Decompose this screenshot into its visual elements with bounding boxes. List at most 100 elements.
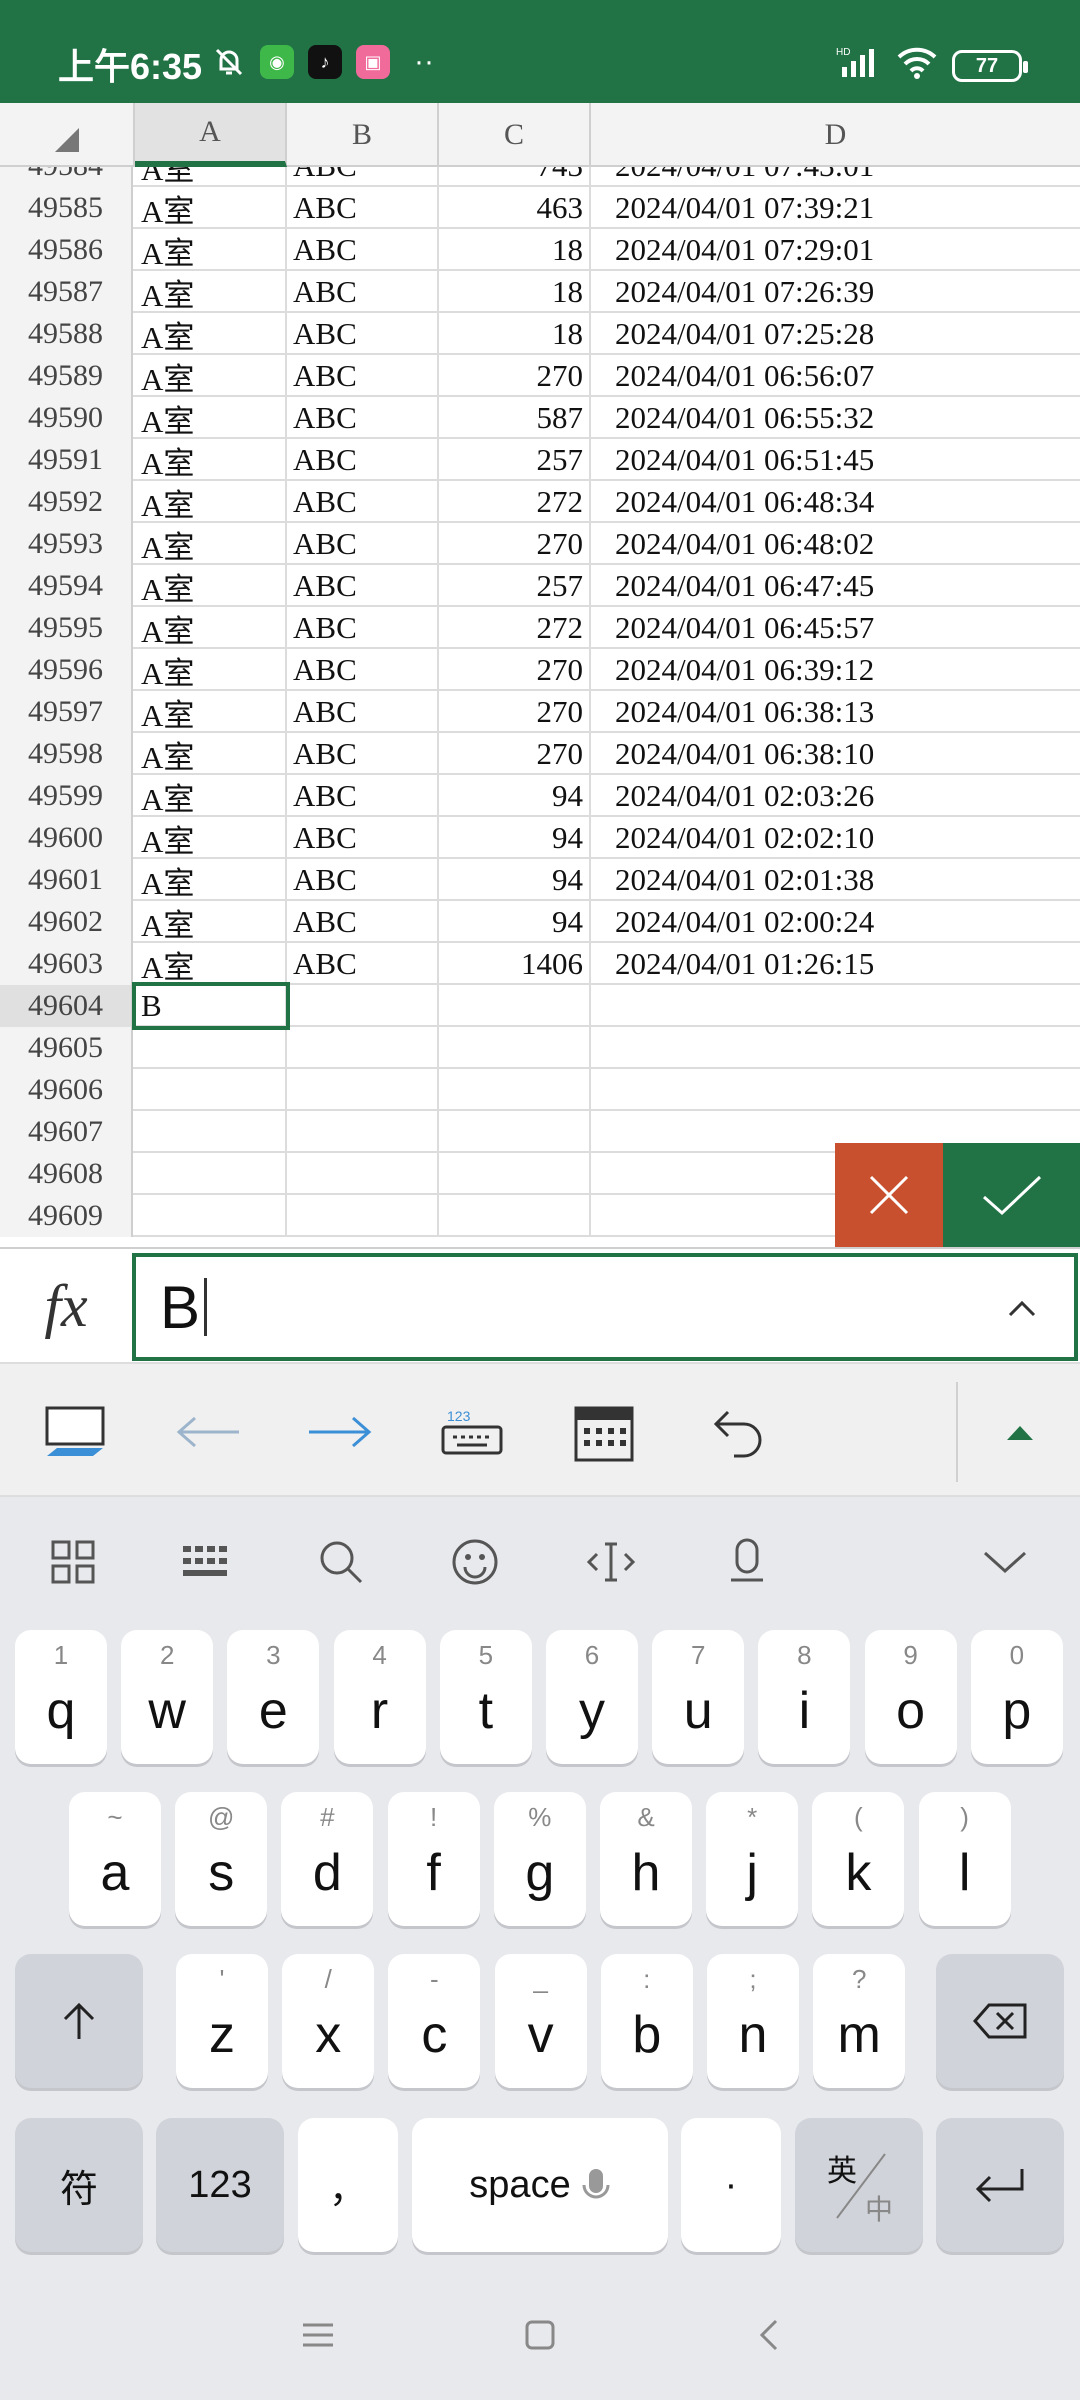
shift-key[interactable] bbox=[15, 1954, 143, 2088]
row-number[interactable]: 49602 bbox=[0, 901, 133, 943]
cell-d[interactable]: 2024/04/01 06:38:13 bbox=[591, 691, 1080, 733]
row-number[interactable]: 49598 bbox=[0, 733, 133, 775]
cell-d[interactable]: 2024/04/01 02:01:38 bbox=[591, 859, 1080, 901]
row-number[interactable]: 49604 bbox=[0, 985, 133, 1027]
cell-b[interactable]: ABC bbox=[287, 565, 439, 607]
cell-c[interactable]: 463 bbox=[439, 187, 591, 229]
cell-c[interactable]: 743 bbox=[439, 167, 591, 187]
hide-keyboard-icon[interactable] bbox=[36, 1392, 116, 1472]
cell-c[interactable]: 18 bbox=[439, 313, 591, 355]
key-g[interactable]: % g bbox=[493, 1792, 586, 1926]
cell-d[interactable]: 2024/04/01 06:47:45 bbox=[591, 565, 1080, 607]
cell-a[interactable]: A室 bbox=[135, 649, 287, 691]
cell-a[interactable]: A室 bbox=[135, 313, 287, 355]
backspace-key[interactable] bbox=[936, 1954, 1064, 2088]
cell-c[interactable]: 270 bbox=[439, 523, 591, 565]
column-header-c[interactable]: C bbox=[439, 103, 591, 167]
key-u[interactable]: 7u bbox=[652, 1630, 745, 1764]
cell-b[interactable]: ABC bbox=[287, 481, 439, 523]
cell-d[interactable]: 2024/04/01 06:56:07 bbox=[591, 355, 1080, 397]
cell-a[interactable]: A室 bbox=[135, 397, 287, 439]
cell-c[interactable]: 1406 bbox=[439, 943, 591, 985]
cell-a[interactable]: A室 bbox=[135, 271, 287, 313]
row-number[interactable]: 49606 bbox=[0, 1069, 133, 1111]
cell-a[interactable]: A室 bbox=[135, 439, 287, 481]
row-number[interactable]: 49609 bbox=[0, 1195, 133, 1237]
back-nav-icon[interactable] bbox=[743, 2310, 793, 2360]
cell-d[interactable]: 2024/04/01 07:25:28 bbox=[591, 313, 1080, 355]
cell-d[interactable]: 2024/04/01 06:48:02 bbox=[591, 523, 1080, 565]
cell-b[interactable]: ABC bbox=[287, 523, 439, 565]
cell-c[interactable]: 257 bbox=[439, 439, 591, 481]
expand-toolbar-icon[interactable] bbox=[980, 1392, 1060, 1472]
language-switch-key[interactable]: 英 中 bbox=[795, 2118, 923, 2252]
cell-b[interactable]: ABC bbox=[287, 775, 439, 817]
cell-c[interactable]: 18 bbox=[439, 229, 591, 271]
cell-b[interactable]: ABC bbox=[287, 817, 439, 859]
cell-a[interactable] bbox=[135, 1027, 287, 1069]
key-f[interactable]: ! f bbox=[387, 1792, 480, 1926]
cell-b[interactable]: ABC bbox=[287, 649, 439, 691]
cell-a[interactable]: A室 bbox=[135, 229, 287, 271]
cursor-move-icon[interactable] bbox=[576, 1527, 646, 1597]
cell-d[interactable] bbox=[591, 1069, 1080, 1111]
cell-c[interactable]: 270 bbox=[439, 649, 591, 691]
key-m[interactable]: ? m bbox=[813, 1954, 906, 2088]
key-z[interactable]: ' z bbox=[176, 1954, 268, 2088]
cell-d[interactable]: 2024/04/01 06:39:12 bbox=[591, 649, 1080, 691]
cell-b[interactable]: ABC bbox=[287, 187, 439, 229]
cell-b[interactable] bbox=[287, 1195, 439, 1237]
cell-a[interactable]: A室 bbox=[135, 943, 287, 985]
comma-key[interactable]: ， bbox=[298, 2118, 398, 2252]
key-a[interactable]: ~ a bbox=[69, 1792, 161, 1926]
row-number[interactable]: 49597 bbox=[0, 691, 133, 733]
cell-c[interactable] bbox=[439, 1153, 591, 1195]
row-number[interactable]: 49599 bbox=[0, 775, 133, 817]
cell-b[interactable]: ABC bbox=[287, 943, 439, 985]
key-t[interactable]: 5t bbox=[439, 1630, 532, 1764]
cell-c[interactable] bbox=[439, 1111, 591, 1153]
cell-b[interactable]: ABC bbox=[287, 167, 439, 187]
cell-c[interactable] bbox=[439, 1195, 591, 1237]
cell-d[interactable]: 2024/04/01 07:26:39 bbox=[591, 271, 1080, 313]
cell-a[interactable] bbox=[135, 1069, 287, 1111]
confirm-edit-button[interactable] bbox=[943, 1143, 1080, 1247]
cell-b[interactable]: ABC bbox=[287, 229, 439, 271]
cell-a[interactable]: A室 bbox=[135, 859, 287, 901]
key-y[interactable]: 6y bbox=[546, 1630, 638, 1764]
column-header-a[interactable]: A bbox=[135, 103, 287, 167]
cell-a[interactable]: A室 bbox=[135, 691, 287, 733]
period-key[interactable]: · bbox=[681, 2118, 781, 2252]
cell-b[interactable]: ABC bbox=[287, 313, 439, 355]
key-x[interactable]: / x bbox=[282, 1954, 375, 2088]
cell-b[interactable]: ABC bbox=[287, 733, 439, 775]
row-number[interactable]: 49603 bbox=[0, 943, 133, 985]
row-number[interactable]: 49585 bbox=[0, 187, 133, 229]
row-number[interactable]: 49587 bbox=[0, 271, 133, 313]
formula-input[interactable]: B bbox=[132, 1253, 1078, 1361]
key-k[interactable]: (k bbox=[812, 1792, 905, 1926]
cell-b[interactable] bbox=[287, 1111, 439, 1153]
cell-d[interactable]: 2024/04/01 02:00:24 bbox=[591, 901, 1080, 943]
cell-c[interactable]: 270 bbox=[439, 355, 591, 397]
row-number[interactable]: 49592 bbox=[0, 481, 133, 523]
cell-a[interactable]: A室 bbox=[135, 355, 287, 397]
cell-b[interactable]: ABC bbox=[287, 271, 439, 313]
expand-formula-icon[interactable] bbox=[1000, 1287, 1044, 1331]
cell-c[interactable]: 94 bbox=[439, 817, 591, 859]
cell-a[interactable] bbox=[135, 1153, 287, 1195]
row-number[interactable]: 49593 bbox=[0, 523, 133, 565]
column-header-d[interactable]: D bbox=[591, 103, 1080, 167]
key-o[interactable]: 9o bbox=[864, 1630, 957, 1764]
cell-c[interactable]: 272 bbox=[439, 481, 591, 523]
date-picker-icon[interactable] bbox=[564, 1392, 644, 1472]
cell-b[interactable]: ABC bbox=[287, 439, 439, 481]
enter-key[interactable] bbox=[936, 2118, 1064, 2252]
grid-menu-icon[interactable] bbox=[38, 1527, 108, 1597]
cell-c[interactable]: 18 bbox=[439, 271, 591, 313]
key-v[interactable]: _ v bbox=[494, 1954, 587, 2088]
cell-a[interactable]: A室 bbox=[135, 775, 287, 817]
key-e[interactable]: 3e bbox=[227, 1630, 320, 1764]
cell-b[interactable]: ABC bbox=[287, 859, 439, 901]
cell-d[interactable]: 2024/04/01 06:55:32 bbox=[591, 397, 1080, 439]
